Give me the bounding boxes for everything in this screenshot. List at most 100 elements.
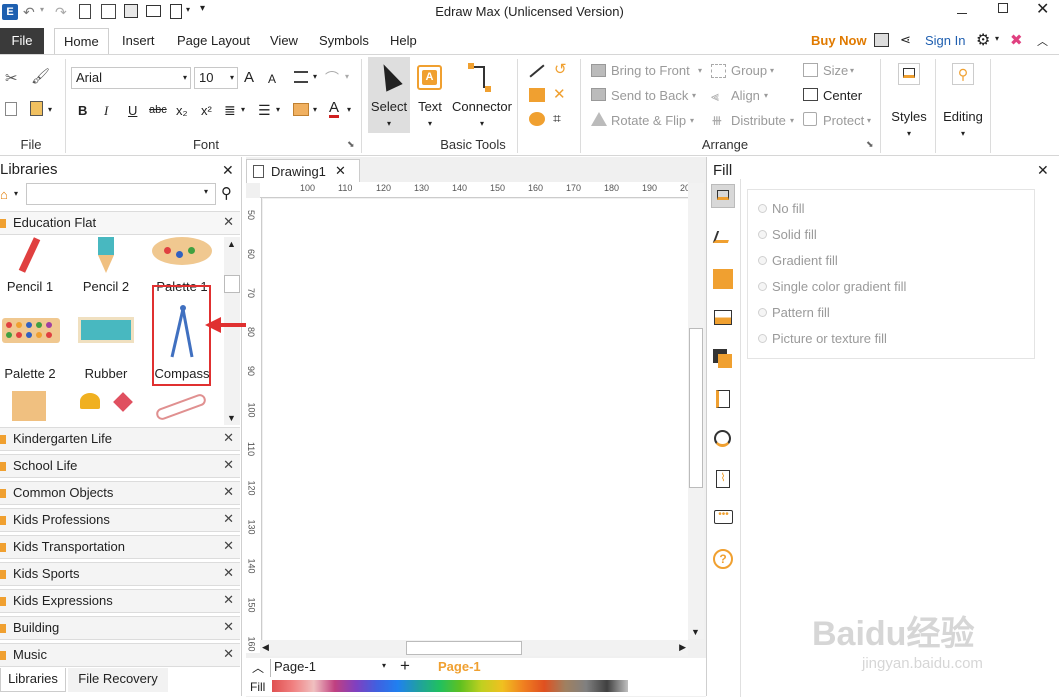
font-dialog-launcher-icon[interactable]: ⬊ — [347, 139, 355, 150]
canvas-horizontal-scrollbar[interactable]: ◀ ▶ — [260, 640, 688, 656]
distribute-icon[interactable]: ⧻ — [711, 112, 723, 129]
shadow-icon[interactable] — [711, 267, 735, 291]
superscript-button[interactable]: x² — [201, 103, 212, 118]
protect-button[interactable]: Protect — [823, 113, 864, 128]
scroll-left-icon[interactable]: ◀ — [262, 642, 269, 653]
distribute-dropdown-icon[interactable]: ▾ — [790, 116, 794, 125]
attachment-icon[interactable]: ⌇ — [711, 467, 735, 491]
bring-to-front-icon[interactable] — [591, 64, 606, 77]
scroll-down-icon[interactable]: ▼ — [227, 413, 236, 423]
library-header-kids-transportation[interactable]: Kids Transportation ✕ — [0, 535, 240, 559]
align-icon[interactable]: ⫷ — [711, 88, 719, 105]
group-button[interactable]: Group — [731, 63, 767, 78]
strikethrough-button[interactable]: abc — [149, 104, 167, 116]
bring-front-dropdown-icon[interactable]: ▾ — [698, 66, 702, 75]
distribute-button[interactable]: Distribute — [731, 113, 786, 128]
paste-icon[interactable] — [30, 101, 43, 116]
text-path-icon[interactable]: ⌒ — [325, 68, 339, 88]
maximize-icon[interactable] — [998, 3, 1008, 13]
shape-rubber[interactable] — [78, 317, 134, 343]
shape-pushpin[interactable] — [80, 393, 100, 409]
tab-help[interactable]: Help — [381, 28, 426, 54]
library-header-common-objects[interactable]: Common Objects ✕ — [0, 481, 240, 505]
collapse-ribbon-icon[interactable]: ︿ — [1037, 33, 1048, 49]
send-to-back-button[interactable]: Send to Back — [611, 88, 688, 103]
close-icon[interactable]: ✕ — [223, 646, 234, 662]
library-header-kids-expressions[interactable]: Kids Expressions ✕ — [0, 589, 240, 613]
shape-easel[interactable] — [12, 391, 46, 421]
hyperlink-icon[interactable] — [711, 427, 735, 451]
text-highlight-icon[interactable] — [293, 103, 309, 116]
arrange-dialog-launcher-icon[interactable]: ⬊ — [866, 139, 874, 150]
shape-pencil-1[interactable] — [8, 237, 48, 277]
close-icon[interactable]: ✕ — [223, 214, 234, 230]
document-tab[interactable]: Drawing1 ✕ — [246, 159, 360, 183]
size-dropdown-icon[interactable]: ▾ — [850, 66, 854, 75]
close-icon[interactable]: ✕ — [223, 430, 234, 446]
send-back-dropdown-icon[interactable]: ▾ — [692, 91, 696, 100]
ellipse-tool-icon[interactable] — [529, 112, 545, 126]
tab-view[interactable]: View — [261, 28, 307, 54]
text-path-dropdown-icon[interactable]: ▾ — [345, 72, 349, 81]
line-tool-icon[interactable] — [529, 64, 545, 78]
tab-symbols[interactable]: Symbols — [310, 28, 378, 54]
shape-palette-2[interactable] — [2, 318, 60, 343]
line-spacing-icon[interactable]: ≣ — [224, 102, 236, 119]
close-tab-icon[interactable]: ✕ — [335, 163, 346, 179]
editing-button[interactable]: ⚲ Editing ▾ — [940, 57, 986, 147]
close-window-icon[interactable]: ✕ — [1036, 0, 1049, 19]
close-icon[interactable]: ✕ — [223, 592, 234, 608]
font-color-icon[interactable]: A — [329, 100, 340, 118]
shape-paperclip[interactable] — [154, 392, 208, 422]
comment-icon[interactable]: ••• — [711, 507, 735, 531]
layer-icon[interactable] — [711, 347, 735, 371]
drawing-page[interactable] — [263, 199, 688, 640]
connector-tool-button[interactable]: Connector ▾ — [449, 57, 515, 133]
align-text-dropdown-icon[interactable]: ▾ — [313, 72, 317, 81]
library-header-music[interactable]: Music ✕ — [0, 643, 240, 667]
close-icon[interactable]: ✕ — [223, 565, 234, 581]
edraw-brand-icon[interactable]: ✖ — [1010, 31, 1023, 49]
image-icon[interactable] — [711, 307, 735, 331]
close-libraries-icon[interactable]: ✕ — [222, 162, 234, 179]
scroll-thumb[interactable] — [224, 275, 240, 293]
arc-tool-icon[interactable]: ↺ — [554, 60, 567, 78]
italic-button[interactable]: I — [104, 103, 108, 119]
font-family-select[interactable]: Arial ▾ — [71, 67, 191, 89]
library-header-kids-professions[interactable]: Kids Professions ✕ — [0, 508, 240, 532]
tab-libraries[interactable]: Libraries — [0, 668, 66, 692]
scroll-thumb[interactable] — [689, 328, 703, 488]
chevron-up-icon[interactable]: ︿ — [252, 659, 264, 676]
scroll-down-icon[interactable]: ▼ — [691, 627, 700, 637]
tab-file-recovery[interactable]: File Recovery — [68, 668, 168, 692]
library-header-building[interactable]: Building ✕ — [0, 616, 240, 640]
shape-pencil-2[interactable] — [92, 237, 122, 277]
scroll-right-icon[interactable]: ▶ — [679, 642, 686, 653]
shrink-font-button[interactable]: A — [268, 72, 276, 86]
sign-in-link[interactable]: Sign In — [925, 33, 965, 48]
buy-now-link[interactable]: Buy Now — [811, 33, 867, 48]
close-icon[interactable]: ✕ — [223, 619, 234, 635]
center-button[interactable]: Center — [823, 88, 862, 103]
center-icon[interactable] — [803, 88, 818, 101]
send-to-back-icon[interactable] — [591, 88, 606, 101]
bring-to-front-button[interactable]: Bring to Front — [611, 63, 690, 78]
underline-button[interactable]: U — [128, 103, 137, 118]
rotate-flip-icon[interactable] — [591, 112, 607, 126]
subscript-button[interactable]: x₂ — [176, 103, 188, 118]
tab-page-layout[interactable]: Page Layout — [168, 28, 259, 54]
close-icon[interactable]: ✕ — [223, 457, 234, 473]
align-button[interactable]: Align — [731, 88, 760, 103]
protect-icon[interactable] — [803, 112, 817, 126]
library-header-school-life[interactable]: School Life ✕ — [0, 454, 240, 478]
fill-icon[interactable] — [711, 184, 735, 208]
library-header-education-flat[interactable]: Education Flat ✕ — [0, 211, 240, 235]
group-dropdown-icon[interactable]: ▾ — [770, 66, 774, 75]
format-painter-icon[interactable]: 🖌 — [31, 67, 50, 85]
paste-dropdown-icon[interactable]: ▾ — [48, 105, 52, 114]
size-button[interactable]: Size — [823, 63, 848, 78]
properties-icon[interactable] — [711, 387, 735, 411]
settings-dropdown-icon[interactable]: ▾ — [995, 34, 999, 43]
rectangle-tool-icon[interactable] — [529, 88, 545, 102]
canvas-vertical-scrollbar[interactable]: ▼ — [688, 183, 704, 639]
